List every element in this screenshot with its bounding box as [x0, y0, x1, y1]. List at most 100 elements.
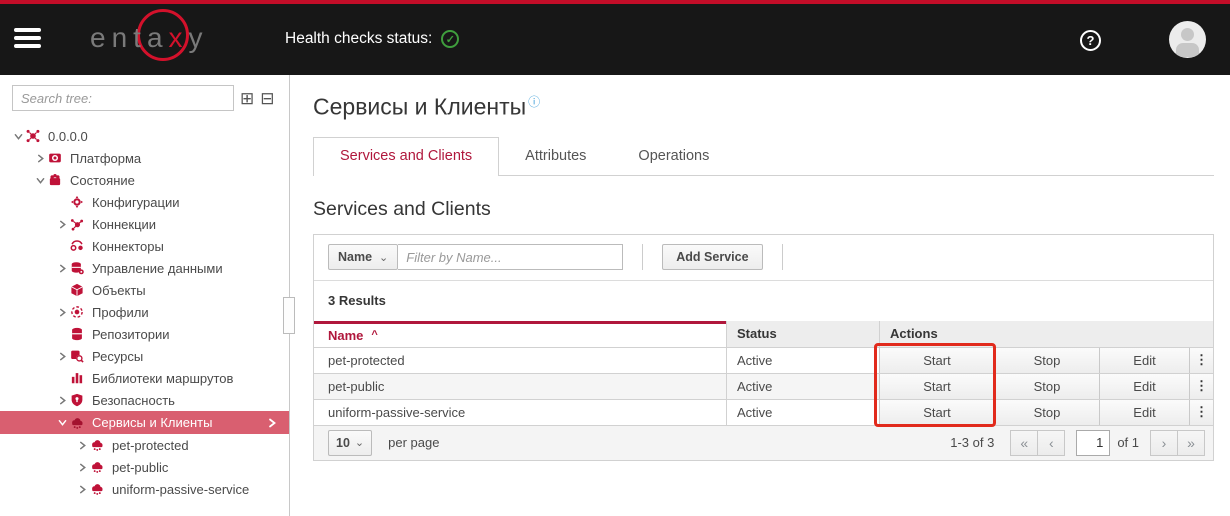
tree-item-label: Сервисы и Клиенты	[92, 415, 213, 430]
tab-attributes[interactable]: Attributes	[499, 138, 612, 175]
first-page-button[interactable]: «	[1010, 429, 1039, 456]
chevron-right-icon[interactable]	[54, 220, 70, 229]
tree-item-label: pet-protected	[112, 437, 189, 453]
chevron-right-icon[interactable]	[74, 441, 90, 450]
results-count: 3 Results	[328, 293, 386, 309]
tree-item-connectors[interactable]: Коннекторы	[0, 235, 289, 257]
tree-item-label: Объекты	[92, 282, 146, 298]
chevron-right-icon[interactable]	[74, 463, 90, 472]
add-service-button[interactable]: Add Service	[662, 244, 763, 271]
next-page-button[interactable]: ›	[1150, 429, 1178, 456]
stop-button[interactable]: Stop	[994, 399, 1099, 425]
table-row: pet-public Active Start Stop Edit ⋮	[314, 372, 1213, 399]
tree-item-label: Коннекции	[92, 216, 157, 232]
stop-button[interactable]: Stop	[994, 347, 1099, 373]
tree-item-uniform-passive-service[interactable]: uniform-passive-service	[0, 478, 289, 500]
logo-text: ent	[90, 22, 147, 53]
start-button[interactable]: Start	[879, 347, 994, 373]
tab-operations[interactable]: Operations	[612, 138, 735, 175]
user-avatar[interactable]	[1169, 21, 1206, 58]
chevron-right-icon	[267, 418, 277, 428]
tree-item-platform[interactable]: Платформа	[0, 147, 289, 169]
service-name-cell: uniform-passive-service	[328, 404, 466, 420]
chevron-down-icon[interactable]	[32, 176, 48, 185]
service-status-cell: Active	[726, 347, 879, 373]
chevron-right-icon[interactable]	[74, 485, 90, 494]
kebab-menu-icon[interactable]: ⋮	[1189, 347, 1213, 373]
tree-item-pet-public[interactable]: pet-public	[0, 456, 289, 478]
results-range: 1-3 of 3	[950, 435, 995, 451]
tab-services-and-clients[interactable]: Services and Clients	[313, 136, 500, 176]
health-status-label: Health checks status:	[285, 30, 433, 47]
connectors-icon	[70, 239, 85, 253]
tree-search-input[interactable]	[12, 85, 234, 111]
info-icon[interactable]: ⓘ	[528, 95, 540, 109]
tree-item-label: pet-public	[112, 459, 169, 475]
entaxy-logo: ent axy	[90, 9, 209, 61]
expand-all-icon[interactable]: ⊞	[240, 90, 254, 107]
app-screen: entaxy Health checks status: ✓ ? ⊞ ⊟ 0.0…	[0, 0, 1230, 516]
objects-icon	[70, 283, 85, 297]
tree-item-connections[interactable]: Коннекции	[0, 213, 289, 235]
chevron-down-icon: ⌄	[354, 437, 365, 450]
services-icon	[70, 416, 85, 430]
menu-toggle-button[interactable]	[14, 28, 41, 48]
tree-item-services-and-clients[interactable]: Сервисы и Клиенты	[0, 411, 289, 434]
column-header-status: Status	[726, 320, 879, 347]
tree-item-objects[interactable]: Объекты	[0, 279, 289, 301]
kebab-menu-icon[interactable]: ⋮	[1189, 399, 1213, 425]
tree-item-route-libraries[interactable]: Библиотеки маршрутов	[0, 367, 289, 389]
health-ok-icon[interactable]: ✓	[441, 30, 460, 48]
route-libraries-icon	[70, 371, 85, 385]
chevron-right-icon[interactable]	[54, 264, 70, 273]
page-title: Сервисы и Клиенты ⓘ	[313, 93, 541, 120]
table-row: uniform-passive-service Active Start Sto…	[314, 398, 1213, 425]
previous-page-button[interactable]: ‹	[1037, 429, 1066, 456]
tree-item-state[interactable]: Состояние	[0, 169, 289, 191]
service-status-cell: Active	[726, 399, 879, 425]
service-icon	[90, 438, 105, 452]
kebab-menu-icon[interactable]: ⋮	[1189, 373, 1213, 399]
tree-item-data-management[interactable]: Управление данными	[0, 257, 289, 279]
page-number-input[interactable]	[1076, 429, 1111, 456]
table-row: pet-protected Active Start Stop Edit ⋮	[314, 346, 1213, 373]
help-icon[interactable]: ?	[1080, 30, 1101, 51]
chevron-right-icon[interactable]	[54, 308, 70, 317]
connections-icon	[70, 217, 85, 231]
start-button[interactable]: Start	[879, 373, 994, 399]
last-page-button[interactable]: »	[1177, 429, 1205, 456]
start-button[interactable]: Start	[879, 399, 994, 425]
tree-item-configurations[interactable]: Конфигурации	[0, 191, 289, 213]
stop-button[interactable]: Stop	[994, 373, 1099, 399]
tree-item-security[interactable]: Безопасность	[0, 389, 289, 411]
tree-item-label: Коннекторы	[92, 238, 164, 254]
tree-item-label: Ресурсы	[92, 348, 144, 364]
service-icon	[90, 460, 105, 474]
repositories-icon	[70, 327, 85, 341]
edit-button[interactable]: Edit	[1099, 399, 1189, 425]
edit-button[interactable]: Edit	[1099, 347, 1189, 373]
tree-item-root-0-0-0-0[interactable]: 0.0.0.0	[0, 125, 289, 147]
edit-button[interactable]: Edit	[1099, 373, 1189, 399]
tree-item-label: Конфигурации	[92, 194, 180, 210]
chevron-right-icon[interactable]	[32, 154, 48, 163]
tree-item-profiles[interactable]: Профили	[0, 301, 289, 323]
chevron-right-icon[interactable]	[54, 352, 70, 361]
tree-item-pet-protected[interactable]: pet-protected	[0, 434, 289, 456]
of-pages-label: of 1	[1117, 435, 1139, 451]
service-status-cell: Active	[726, 373, 879, 399]
tree-item-resources[interactable]: Ресурсы	[0, 345, 289, 367]
tree-item-label: Платформа	[70, 150, 142, 166]
filter-field-dropdown[interactable]: Name ⌄	[328, 244, 399, 271]
data-management-icon	[70, 261, 85, 275]
filter-by-name-input[interactable]	[398, 244, 624, 271]
chevron-down-icon[interactable]	[10, 132, 26, 141]
column-header-name[interactable]: Name ^	[314, 320, 726, 347]
collapse-all-icon[interactable]: ⊟	[260, 90, 274, 107]
sidebar-resize-handle[interactable]	[283, 297, 295, 334]
page-size-dropdown[interactable]: 10 ⌄	[328, 429, 373, 456]
chevron-down-icon[interactable]	[54, 418, 70, 427]
chevron-right-icon[interactable]	[54, 396, 70, 405]
tree-item-repositories[interactable]: Репозитории	[0, 323, 289, 345]
security-icon	[70, 393, 85, 407]
